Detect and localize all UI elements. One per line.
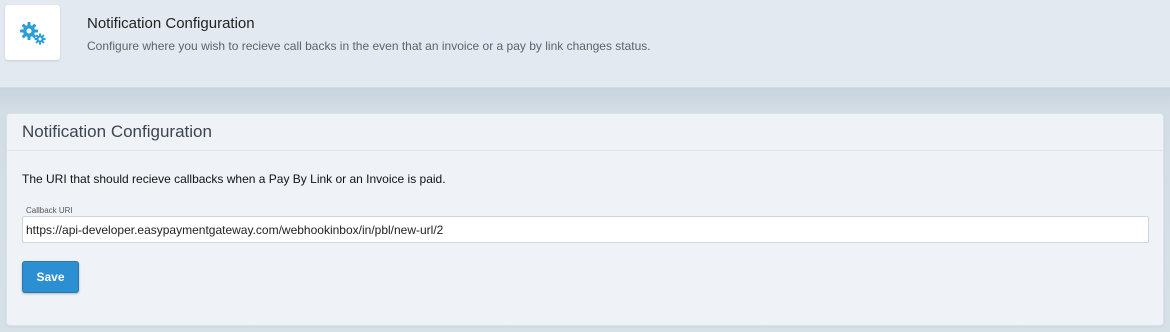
header-icon-box [5,5,60,60]
panel-title: Notification Configuration [22,122,212,141]
save-button[interactable]: Save [22,261,79,293]
page-header: Notification Configuration Configure whe… [0,0,1170,88]
notification-config-panel: Notification Configuration The URI that … [6,113,1164,326]
panel-divider [7,150,1163,151]
callback-uri-input[interactable] [22,216,1149,243]
page-subtitle: Configure where you wish to recieve call… [87,39,651,53]
callback-uri-label: Callback URI [26,206,73,215]
callback-description: The URI that should recieve callbacks wh… [22,172,446,186]
page-title: Notification Configuration [87,15,255,32]
gears-icon [19,21,46,45]
